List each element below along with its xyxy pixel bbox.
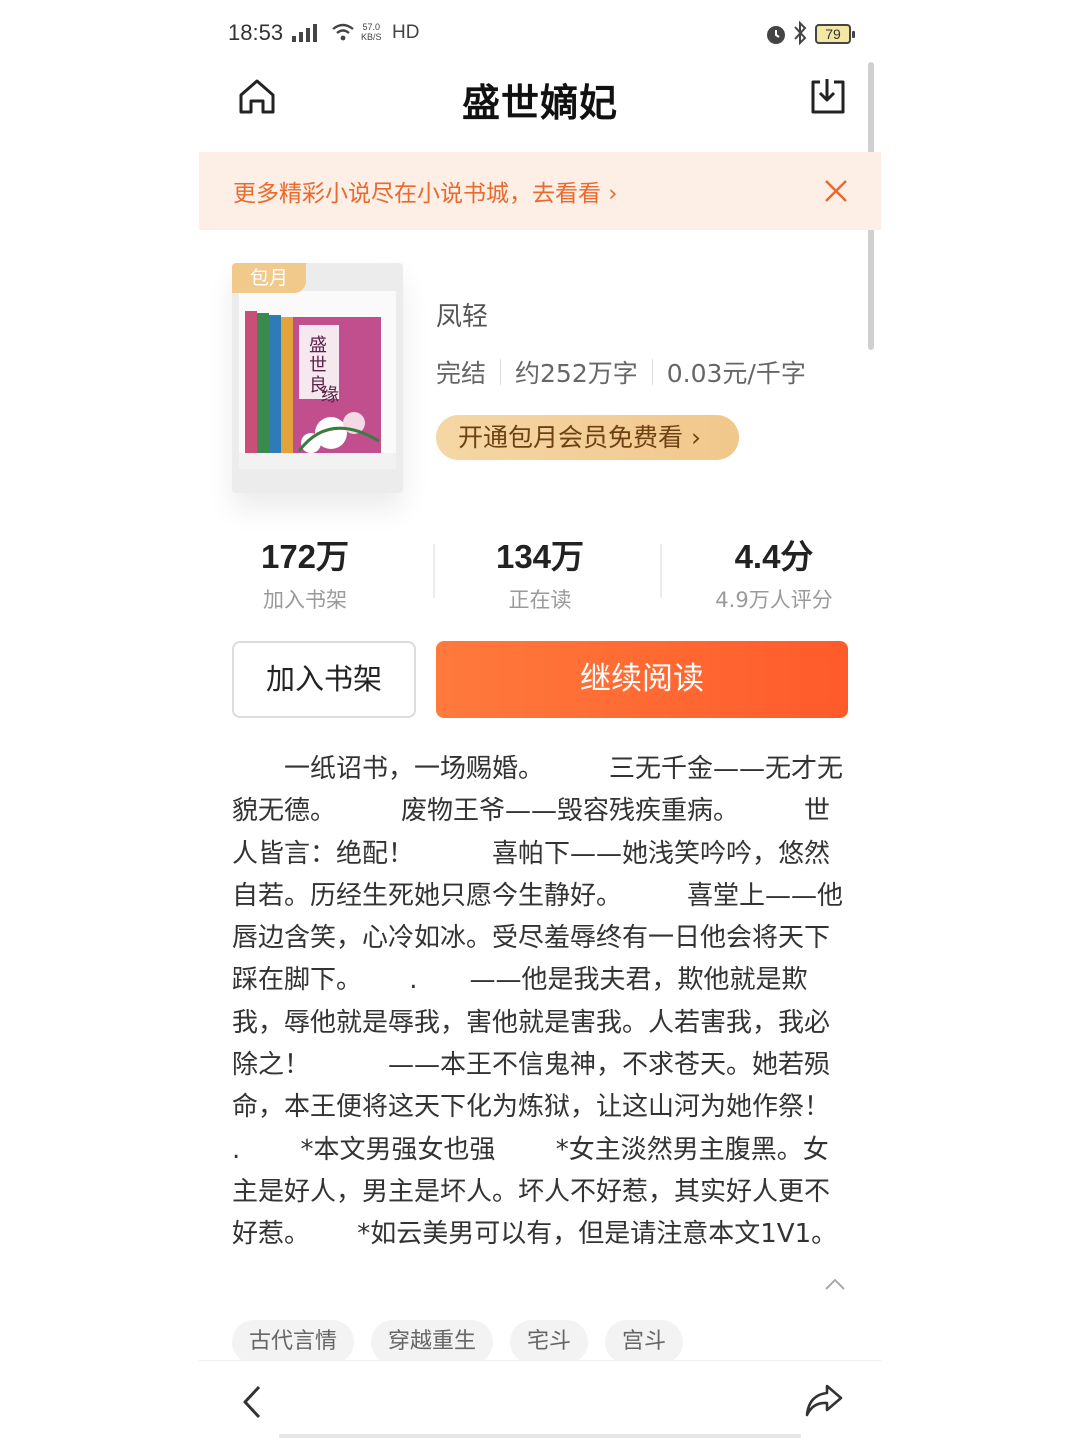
divider — [500, 359, 502, 385]
stat-value: 4.4分 — [734, 538, 814, 575]
cover-image: 盛 世 良 缘 — [239, 291, 396, 469]
status-bar: 18:53 57.0 KB/S HD 79 — [199, 0, 881, 66]
stat-rating[interactable]: 4.4分 4.9万人评分 — [674, 530, 874, 614]
close-icon[interactable] — [823, 178, 849, 204]
alarm-icon — [767, 26, 785, 44]
add-to-shelf-button[interactable]: 加入书架 — [232, 641, 416, 718]
monthly-badge: 包月 — [232, 263, 306, 293]
book-author[interactable]: 凤轻 — [436, 296, 488, 333]
tag-item[interactable]: 宅斗 — [510, 1320, 589, 1364]
stat-label: 4.9万人评分 — [715, 588, 833, 612]
stat-label: 正在读 — [508, 588, 572, 612]
tag-item[interactable]: 宫斗 — [605, 1320, 684, 1364]
hd-indicator: HD — [392, 22, 420, 43]
tag-item[interactable]: 古代言情 — [232, 1320, 355, 1364]
book-synopsis: 一纸诏书，一场赐婚。 三无千金——无才无貌无德。 废物王爷——毁容残疾重病。 世… — [232, 754, 891, 1250]
page-title: 盛世嫡妃 — [461, 81, 618, 125]
vip-membership-button[interactable]: 开通包月会员免费看 › — [436, 415, 739, 460]
book-price: 0.03元/千字 — [666, 359, 806, 388]
back-arrow-icon[interactable] — [237, 1383, 267, 1421]
book-meta: 完结 约252万字 0.03元/千字 — [436, 354, 806, 390]
status-time: 18:53 — [228, 20, 284, 45]
battery-indicator: 79 — [815, 24, 855, 44]
book-cover[interactable]: 包月 盛 世 良 缘 — [232, 263, 403, 493]
share-icon[interactable] — [803, 1381, 845, 1419]
chevron-up-icon[interactable] — [823, 1276, 847, 1292]
svg-text:世: 世 — [309, 355, 327, 376]
promo-banner[interactable]: 更多精彩小说尽在小说书城，去看看 › — [199, 152, 881, 230]
stat-value: 172万 — [260, 538, 350, 575]
book-stats: 172万 加入书架 134万 正在读 4.4分 4.9万人评分 — [199, 530, 881, 612]
bluetooth-icon — [794, 20, 807, 46]
book-status: 完结 — [436, 359, 487, 388]
svg-text:缘: 缘 — [321, 385, 339, 406]
top-bar: 盛世嫡妃 — [199, 66, 881, 152]
stat-shelf: 172万 加入书架 — [205, 530, 405, 614]
gesture-bar — [279, 1434, 801, 1438]
speed-unit: KB/S — [361, 32, 382, 42]
continue-reading-button[interactable]: 继续阅读 — [436, 641, 848, 718]
book-word-count: 约252万字 — [515, 359, 638, 388]
tag-list: 古代言情 穿越重生 宅斗 宫斗 — [232, 1320, 684, 1364]
stat-reading: 134万 正在读 — [440, 530, 640, 614]
stat-value: 134万 — [495, 538, 585, 575]
divider — [651, 359, 653, 385]
tag-item[interactable]: 穿越重生 — [371, 1320, 494, 1364]
cell-signal-icon — [292, 22, 317, 42]
stat-label: 加入书架 — [263, 588, 347, 612]
divider — [660, 544, 662, 598]
speed-value: 57.0 — [362, 22, 381, 32]
app-screen: 18:53 57.0 KB/S HD 79 盛世嫡妃 更多精彩小说尽在小说书城，… — [199, 0, 881, 1440]
bottom-bar — [199, 1360, 881, 1440]
download-icon[interactable] — [805, 74, 849, 118]
wifi-icon — [332, 23, 354, 41]
network-speed: 57.0 KB/S — [361, 22, 382, 42]
promo-text[interactable]: 更多精彩小说尽在小说书城，去看看 › — [233, 174, 618, 208]
divider — [433, 544, 435, 598]
svg-text:盛: 盛 — [309, 335, 327, 356]
